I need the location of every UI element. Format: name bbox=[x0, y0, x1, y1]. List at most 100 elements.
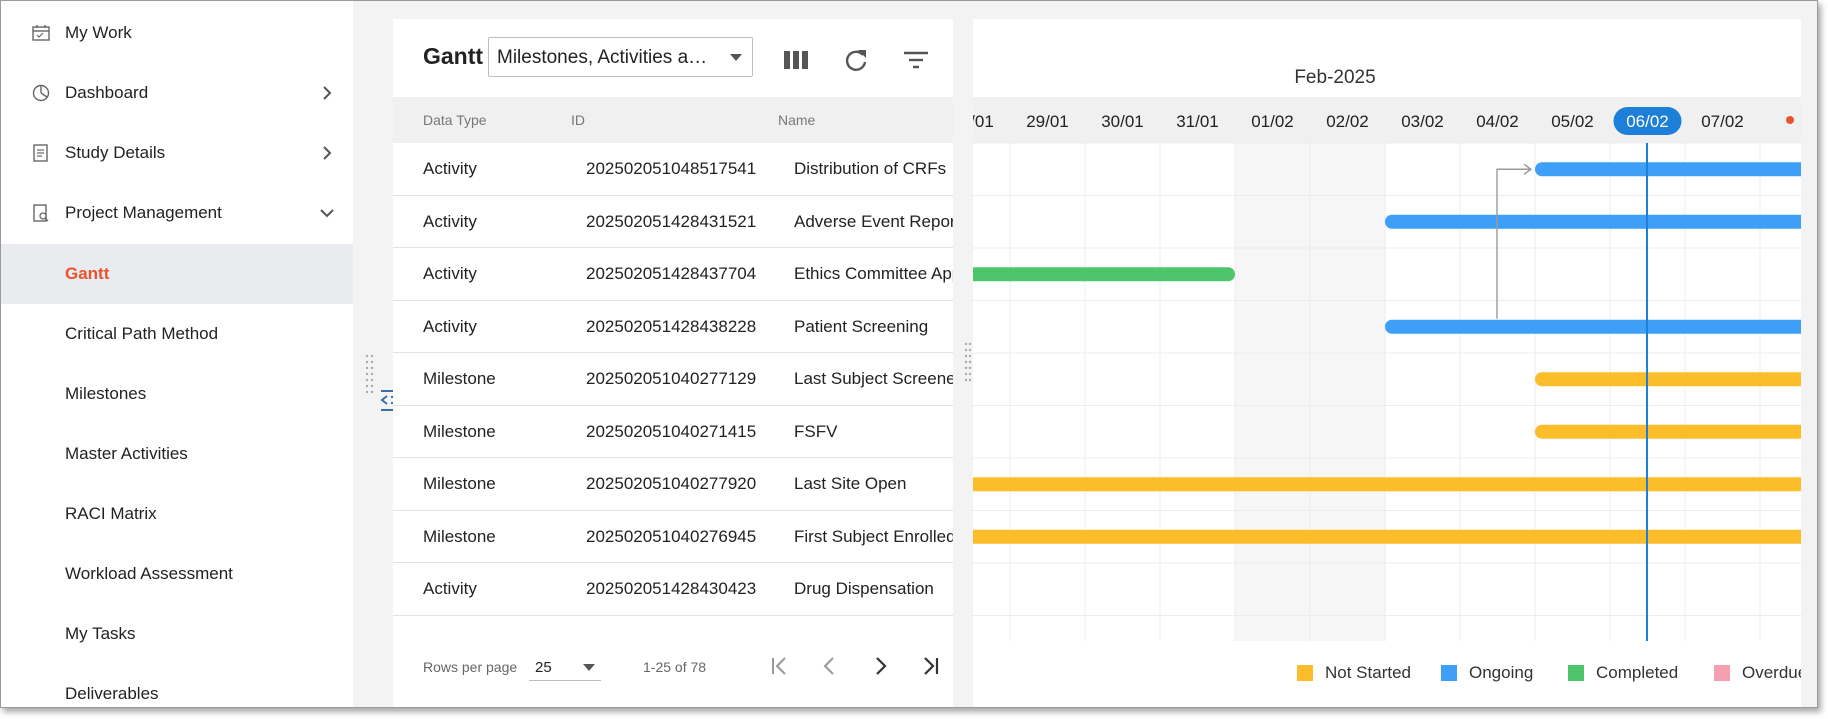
gantt-bar-not-started[interactable] bbox=[973, 477, 1801, 492]
weekend-shading bbox=[1235, 143, 1310, 641]
table-row[interactable]: Activity 202502051048517541 Distribution o… bbox=[393, 143, 953, 196]
gantt-bar-not-started[interactable] bbox=[973, 529, 1801, 544]
sidebar-item-label: Master Activities bbox=[65, 444, 188, 463]
sidebar-item-my-tasks[interactable]: My Tasks bbox=[1, 604, 353, 664]
column-header-name[interactable]: Name bbox=[778, 112, 815, 128]
gantt-bar-completed[interactable] bbox=[973, 267, 1235, 282]
gantt-bar-ongoing[interactable] bbox=[1385, 214, 1801, 229]
column-header-data-type[interactable]: Data Type bbox=[423, 112, 487, 128]
sidebar-item-my-work[interactable]: My Work bbox=[1, 3, 353, 63]
date-label: 30/01 bbox=[1101, 112, 1144, 131]
gantt-chart[interactable]: Feb-2025 28/01 29/01 30/01 31/01 01/02 02/02 03… bbox=[973, 19, 1801, 659]
sidebar-item-study-details[interactable]: Study Details bbox=[1, 123, 353, 183]
legend-label: Not Started bbox=[1325, 663, 1411, 682]
table-row[interactable]: Activity 202502051428430423 Drug Dispensat… bbox=[393, 563, 953, 616]
calendar-icon bbox=[32, 25, 50, 41]
rows-per-page-value: 25 bbox=[535, 659, 552, 676]
sidebar-item-dashboard[interactable]: Dashboard bbox=[1, 63, 353, 123]
gantt-grid-panel: Gantt Milestones, Activities and Tasks D… bbox=[393, 19, 953, 707]
date-label: 06/02 bbox=[1626, 112, 1669, 131]
last-page-button[interactable] bbox=[915, 651, 945, 681]
chart-legend: Not Started Ongoing Completed Overdue bbox=[973, 659, 1801, 689]
gantt-bar-ongoing[interactable] bbox=[1385, 319, 1801, 334]
rows-per-page-label: Rows per page bbox=[423, 659, 518, 675]
table-row[interactable]: Milestone 202502051040277920 Last Site Ope… bbox=[393, 458, 953, 511]
cell-id: 202502051040277129 bbox=[586, 369, 757, 388]
previous-page-button[interactable] bbox=[815, 651, 845, 681]
rows-per-page-select[interactable]: 25 bbox=[529, 653, 601, 681]
table-row[interactable]: Activity 202502051428438228 Patient Screen… bbox=[393, 301, 953, 353]
sidebar-item-milestones[interactable]: Milestones bbox=[1, 364, 353, 424]
sidebar-item-label: Deliverables bbox=[65, 684, 159, 703]
page-range: 1-25 of 78 bbox=[643, 659, 707, 675]
sidebar-item-label: Gantt bbox=[65, 264, 110, 283]
gantt-bar-not-started[interactable] bbox=[1535, 424, 1801, 439]
cell-data-type: Activity bbox=[423, 264, 477, 283]
sidebar-item-label: Dashboard bbox=[65, 83, 149, 102]
legend-label: Completed bbox=[1596, 663, 1679, 682]
date-marker bbox=[1786, 116, 1794, 124]
cell-data-type: Activity bbox=[423, 316, 477, 336]
legend-label: Ongoing bbox=[1469, 663, 1534, 682]
filter-icon bbox=[904, 51, 928, 69]
sidebar-item-raci-matrix[interactable]: RACI Matrix bbox=[1, 484, 353, 544]
table-row[interactable]: Milestone 202502051040276945 First Subject… bbox=[393, 511, 953, 563]
chevron-right-icon bbox=[876, 657, 887, 675]
cell-id: 202502051428431521 bbox=[586, 211, 757, 231]
page-title: Gantt bbox=[423, 43, 484, 69]
table-row[interactable]: Activity 202502051428437704 Ethics Committ… bbox=[393, 248, 953, 301]
view-select[interactable]: Milestones, Activities and Tasks bbox=[488, 37, 753, 77]
cell-name: Last Subject Screened bbox=[794, 369, 953, 388]
cell-data-type: Milestone bbox=[423, 421, 496, 441]
cell-name: Drug Dispensation bbox=[794, 579, 934, 598]
cell-id: 202502051040271415 bbox=[586, 421, 757, 441]
sidebar-item-workload-assessment[interactable]: Workload Assessment bbox=[1, 544, 353, 604]
sidebar-item-label: My Work bbox=[65, 23, 132, 42]
resize-handle[interactable] bbox=[964, 341, 972, 383]
cell-data-type: Milestone bbox=[423, 369, 496, 388]
sidebar-item-master-activities[interactable]: Master Activities bbox=[1, 424, 353, 484]
columns-button[interactable] bbox=[781, 45, 811, 75]
legend-item-overdue: Overdue bbox=[1714, 663, 1801, 683]
caret-down-icon bbox=[730, 54, 742, 61]
cell-id: 202502051048517541 bbox=[586, 159, 757, 178]
cell-name: Distribution of CRFs bbox=[794, 159, 947, 178]
search-document-icon bbox=[33, 204, 49, 222]
cell-data-type: Milestone bbox=[423, 474, 496, 493]
weekend-shading bbox=[1310, 143, 1385, 641]
cell-name: Last Site Open bbox=[794, 474, 907, 493]
cell-name: Patient Screening bbox=[794, 316, 929, 336]
column-header-id[interactable]: ID bbox=[571, 112, 585, 128]
sidebar-item-critical-path-method[interactable]: Critical Path Method bbox=[1, 304, 353, 364]
grid-toolbar: Gantt Milestones, Activities and Tasks bbox=[393, 19, 953, 97]
cell-id: 202502051428438228 bbox=[586, 316, 757, 336]
resize-handle[interactable] bbox=[365, 353, 375, 395]
date-label: 29/01 bbox=[1026, 112, 1069, 131]
sidebar-item-label: Workload Assessment bbox=[65, 564, 233, 583]
gantt-bar-not-started[interactable] bbox=[1535, 372, 1801, 387]
first-page-button[interactable] bbox=[765, 651, 795, 681]
table-row[interactable]: Milestone 202502051040271415 FSFV bbox=[393, 406, 953, 458]
refresh-button[interactable] bbox=[841, 45, 871, 75]
filter-button[interactable] bbox=[901, 45, 931, 75]
sidebar-item-deliverables[interactable]: Deliverables bbox=[1, 664, 353, 707]
chevron-right-icon bbox=[323, 146, 332, 160]
sidebar-item-label: RACI Matrix bbox=[65, 504, 157, 523]
gantt-bar-ongoing[interactable] bbox=[1535, 162, 1801, 177]
sidebar-item-label: My Tasks bbox=[65, 624, 136, 643]
date-label: 04/02 bbox=[1476, 112, 1519, 131]
app-window: My Work Dashboard Study Details Project … bbox=[0, 0, 1818, 708]
columns-icon bbox=[784, 51, 808, 69]
sidebar-item-gantt[interactable]: Gantt bbox=[1, 244, 353, 304]
table-row[interactable]: Milestone 202502051040277129 Last Subject … bbox=[393, 353, 953, 406]
chevron-left-icon bbox=[823, 657, 834, 675]
cell-id: 202502051040277920 bbox=[586, 474, 757, 493]
date-label: 01/02 bbox=[1251, 112, 1294, 131]
sidebar-item-project-management[interactable]: Project Management bbox=[1, 183, 353, 243]
cell-data-type: Milestone bbox=[423, 526, 496, 546]
sidebar-item-label: Study Details bbox=[65, 143, 166, 162]
cell-data-type: Activity bbox=[423, 159, 477, 178]
table-row[interactable]: Activity 202502051428431521 Adverse Event … bbox=[393, 196, 953, 248]
next-page-button[interactable] bbox=[865, 651, 895, 681]
cell-id: 202502051040276945 bbox=[586, 526, 757, 546]
